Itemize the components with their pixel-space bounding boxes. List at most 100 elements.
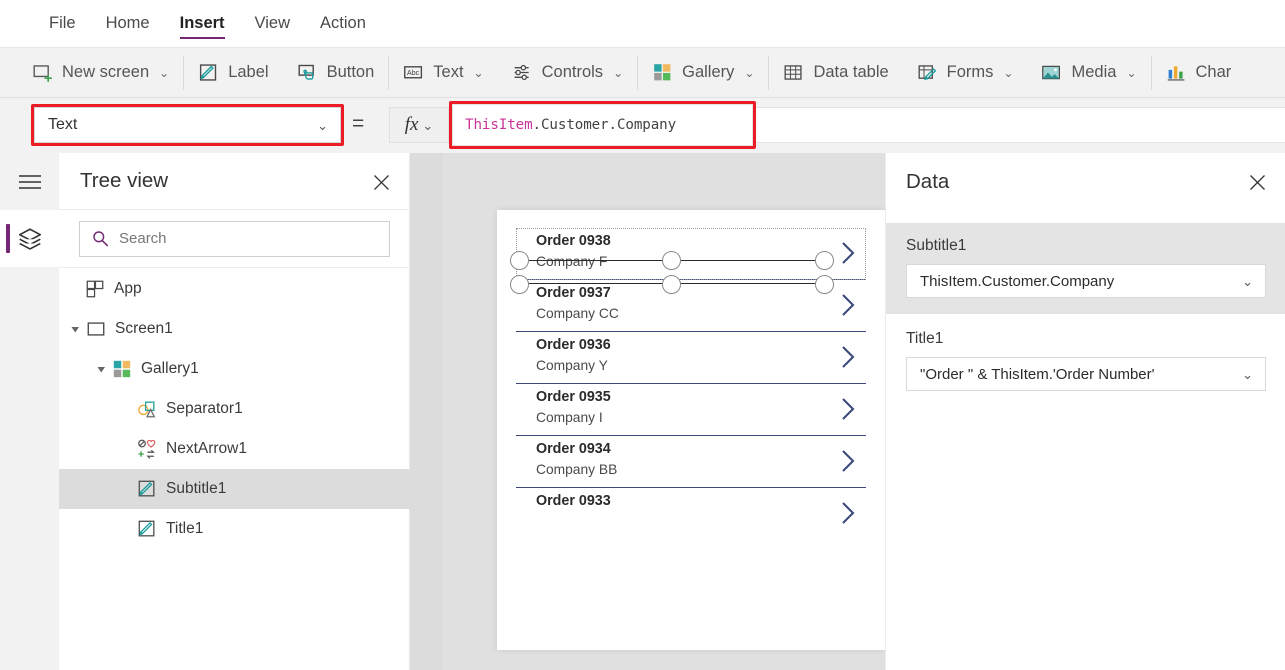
property-selector-highlight: Text ⌄ <box>31 104 344 146</box>
next-arrow-icon[interactable] <box>837 396 859 422</box>
next-arrow-icon[interactable] <box>837 448 859 474</box>
data-field-value: ThisItem.Customer.Company <box>920 273 1114 290</box>
menu-tab-view[interactable]: View <box>240 0 305 47</box>
formula-token-thisitem: ThisItem <box>465 117 533 133</box>
ribbon-text[interactable]: Abc Text ⌄ <box>389 47 497 98</box>
label-icon <box>198 62 219 83</box>
label-icon <box>137 519 157 539</box>
next-arrow-icon[interactable] <box>837 240 859 266</box>
search-icon <box>92 230 109 247</box>
formula-bar-extension <box>756 107 1285 143</box>
tree-view-header: Tree view <box>59 153 410 210</box>
ribbon-data-table[interactable]: Data table <box>769 47 902 98</box>
controls-sliders-icon <box>512 62 533 83</box>
ribbon-label-text: Label <box>228 63 268 82</box>
menu-tab-label: Insert <box>180 14 225 33</box>
next-arrow-icon <box>137 439 157 459</box>
ribbon-new-screen[interactable]: New screen ⌄ <box>18 47 183 98</box>
tree-search-box[interactable]: Search <box>79 221 390 257</box>
gallery-item[interactable]: Order 0936 Company Y <box>516 332 866 384</box>
chevron-down-icon: ⌄ <box>159 66 169 80</box>
tree-view-rail-button[interactable] <box>0 210 59 267</box>
media-image-icon <box>1041 62 1062 83</box>
tree-node-label: Gallery1 <box>141 360 199 378</box>
left-rail <box>0 153 59 670</box>
gallery-item-subtitle: Company CC <box>536 306 619 321</box>
tree-node-screen1[interactable]: Screen1 <box>59 309 410 349</box>
hamburger-menu-button[interactable] <box>0 153 59 210</box>
ribbon-charts[interactable]: Char <box>1152 47 1246 98</box>
ribbon-label: New screen <box>62 63 149 82</box>
gallery-item-subtitle: Company F <box>536 254 607 269</box>
gallery-item[interactable]: Order 0937 Company CC <box>516 280 866 332</box>
gallery-item[interactable]: Order 0933 <box>516 488 866 528</box>
gallery-item-subtitle: Company Y <box>536 358 608 373</box>
gallery1-control[interactable]: Order 0938 Company F Order 0937 Company … <box>516 228 866 528</box>
ribbon-controls[interactable]: Controls ⌄ <box>498 47 638 98</box>
gallery-item-title: Order 0934 <box>536 441 611 457</box>
close-icon <box>373 174 390 191</box>
powerapps-studio: File Home Insert View Action New screen … <box>0 0 1285 670</box>
gallery-item-title: Order 0933 <box>536 493 611 509</box>
tree-node-label: Title1 <box>166 520 203 538</box>
close-tree-view-button[interactable] <box>366 167 396 197</box>
hamburger-icon <box>18 173 42 191</box>
chevron-down-icon: ⌄ <box>1126 66 1136 80</box>
gallery-item-title: Order 0938 <box>536 233 611 249</box>
ribbon-label-text: Button <box>327 63 375 82</box>
menu-tab-home[interactable]: Home <box>91 0 165 47</box>
tree-node-gallery1[interactable]: Gallery1 <box>59 349 410 389</box>
ribbon-label-text: Media <box>1071 63 1116 82</box>
app-screen-canvas[interactable]: Order 0938 Company F Order 0937 Company … <box>497 210 885 650</box>
ribbon-label[interactable]: Label <box>184 47 282 98</box>
tree-node-label: NextArrow1 <box>166 440 247 458</box>
tree-view-title: Tree view <box>80 169 168 193</box>
gallery-item[interactable]: Order 0938 Company F <box>516 228 866 280</box>
tree-node-subtitle1[interactable]: Subtitle1 <box>59 469 410 509</box>
search-placeholder: Search <box>119 230 167 247</box>
ribbon-gallery[interactable]: Gallery ⌄ <box>638 47 768 98</box>
data-field-title1: Title1 "Order " & ThisItem.'Order Number… <box>886 316 1285 407</box>
tree-node-label: Subtitle1 <box>166 480 226 498</box>
menu-tab-file[interactable]: File <box>34 0 91 47</box>
expander-collapse-icon[interactable] <box>95 363 107 375</box>
fx-button[interactable]: fx ⌄ <box>389 107 449 143</box>
formula-token-path: .Customer.Company <box>533 117 677 133</box>
screen-icon <box>86 319 106 339</box>
gallery-item[interactable]: Order 0934 Company BB <box>516 436 866 488</box>
tree-node-title1[interactable]: Title1 <box>59 509 410 549</box>
next-arrow-icon[interactable] <box>837 344 859 370</box>
equals-sign: = <box>352 112 364 136</box>
charts-icon <box>1166 62 1187 83</box>
gallery-item[interactable]: Order 0935 Company I <box>516 384 866 436</box>
gallery-squares-icon <box>652 62 673 83</box>
tree-node-list: App Screen1 <box>59 269 410 670</box>
menu-tab-action[interactable]: Action <box>305 0 381 47</box>
gallery-item-subtitle: Company BB <box>536 462 617 477</box>
next-arrow-icon[interactable] <box>837 292 859 318</box>
close-data-panel-button[interactable] <box>1242 167 1272 197</box>
data-field-dropdown[interactable]: "Order " & ThisItem.'Order Number' ⌄ <box>906 357 1266 391</box>
tree-node-label: Screen1 <box>115 320 173 338</box>
ribbon-label-text: Controls <box>542 63 603 82</box>
data-table-icon <box>783 62 804 83</box>
property-dropdown[interactable]: Text ⌄ <box>34 107 341 143</box>
tree-node-separator1[interactable]: Separator1 <box>59 389 410 429</box>
formula-input[interactable]: ThisItem.Customer.Company <box>452 104 753 146</box>
gallery-item-title: Order 0936 <box>536 337 611 353</box>
close-icon <box>1249 174 1266 191</box>
next-arrow-icon[interactable] <box>837 500 859 526</box>
ribbon-label-text: Gallery <box>682 63 734 82</box>
data-field-dropdown[interactable]: ThisItem.Customer.Company ⌄ <box>906 264 1266 298</box>
ribbon-media[interactable]: Media ⌄ <box>1027 47 1150 98</box>
property-value: Text <box>48 116 77 134</box>
ribbon-label-text: Forms <box>947 63 994 82</box>
gallery-item-subtitle: Company I <box>536 410 603 425</box>
tree-node-nextarrow1[interactable]: NextArrow1 <box>59 429 410 469</box>
menu-tab-insert[interactable]: Insert <box>165 0 240 47</box>
tree-node-app[interactable]: App <box>59 269 410 309</box>
ribbon-button[interactable]: Button <box>283 47 389 98</box>
expander-collapse-icon[interactable] <box>69 323 81 335</box>
fx-label: fx <box>405 114 419 136</box>
ribbon-forms[interactable]: Forms ⌄ <box>903 47 1028 98</box>
